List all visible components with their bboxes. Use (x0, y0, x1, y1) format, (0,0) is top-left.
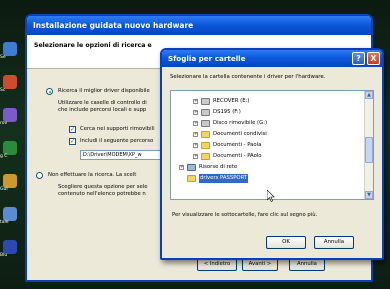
browse-cancel-button[interactable]: Annulla (314, 236, 354, 249)
folder-tree[interactable]: + RECOVER (E:) + DS195 (F:) + Disco rimovibil… (170, 90, 374, 200)
search-best-driver-radio[interactable] (46, 88, 53, 95)
expand-icon[interactable]: + (193, 110, 198, 115)
app-icon (3, 240, 17, 254)
desktop-icon-label: rov (0, 121, 8, 126)
expand-icon[interactable]: + (193, 154, 198, 159)
search-removable-label: Cerca nei supporti rimovibili (80, 126, 155, 132)
desktop-icon-label: tale (0, 220, 9, 225)
browse-title-bar: Sfoglia per cartelle ? X (162, 50, 382, 67)
desktop-icon[interactable]: g C (0, 139, 22, 161)
tree-item-label: Documenti - PAolo (213, 153, 262, 159)
desktop-icon[interactable]: tale (0, 205, 22, 227)
tree-item-label: Disco rimovibile (G:) (213, 120, 268, 126)
wizard-title-bar: Installazione guidata nuovo hardware (27, 16, 371, 35)
desktop-icon-label: Se (0, 55, 6, 60)
mouse-cursor-icon (267, 190, 275, 202)
browse-folder-dialog: Sfoglia per cartelle ? X Selezionare la … (160, 48, 384, 260)
tree-item-label: RECOVER (E:) (213, 98, 250, 104)
browse-title: Sfoglia per cartelle (168, 54, 246, 63)
include-path-checkbox[interactable] (69, 137, 76, 145)
desktop-icon-label: Blu (0, 253, 8, 258)
folder-icon (201, 131, 210, 138)
scroll-down-icon[interactable]: ▼ (365, 191, 373, 199)
drive-icon (201, 109, 210, 116)
search-best-driver-label: Ricerca il miglior driver disponibile (58, 88, 150, 94)
manual-desc-line1: Scegliere questa opzione per sele (58, 184, 148, 190)
desktop-icon[interactable]: Sc (0, 73, 22, 95)
app-icon (3, 174, 17, 188)
browse-hint: Per visualizzare le sottocartelle, fare … (172, 212, 318, 218)
desktop-icon[interactable]: Se (0, 40, 22, 62)
expand-icon[interactable]: + (193, 143, 198, 148)
app-icon (3, 207, 17, 221)
desktop-icon-label: g C (0, 154, 8, 159)
scroll-thumb[interactable] (365, 137, 373, 163)
driver-path-input[interactable]: D:\Driver\MODEM\XP_w (80, 150, 170, 160)
search-removable-checkbox[interactable] (69, 125, 76, 133)
help-button[interactable]: ? (352, 52, 365, 65)
desktop-icon[interactable]: Blu (0, 238, 22, 260)
browse-description: Selezionare la cartella contenente i dri… (170, 74, 326, 80)
ok-button[interactable]: OK (266, 236, 306, 249)
expand-icon[interactable]: + (193, 132, 198, 137)
search-desc-line2: che include percorsi locali e supp (58, 107, 147, 113)
folder-icon (201, 142, 210, 149)
wizard-header-title: Selezionare le opzioni di ricerca e (34, 42, 152, 49)
network-icon (187, 164, 196, 171)
desktop-icon[interactable]: rov (0, 106, 22, 128)
tree-item-label: Documenti condivisi (213, 131, 267, 137)
include-path-label: Includi il seguente percorso (80, 138, 154, 144)
folder-icon (201, 153, 210, 160)
expand-icon[interactable]: + (193, 99, 198, 104)
manual-desc-line2: contenuto nell'elenco potrebbe n (58, 191, 146, 197)
desktop-icon[interactable]: Gui (0, 172, 22, 194)
tree-scrollbar[interactable]: ▲ ▼ (364, 91, 373, 199)
app-icon (3, 141, 17, 155)
search-desc-line1: Utilizzare le caselle di controllo di (58, 100, 147, 106)
manual-select-radio[interactable] (36, 172, 43, 179)
scroll-up-icon[interactable]: ▲ (365, 91, 373, 99)
drive-icon (201, 98, 210, 105)
desktop-icon-label: Sc (0, 88, 6, 93)
manual-select-label: Non effettuare la ricerca. La scelt (48, 172, 137, 178)
folder-icon (3, 108, 17, 122)
app-icon (3, 42, 17, 56)
expand-icon[interactable]: + (179, 165, 184, 170)
tree-item-label: DS195 (F:) (213, 109, 241, 115)
tree-item-label: Documenti - Paola (213, 142, 262, 148)
expand-icon[interactable]: + (193, 121, 198, 126)
drive-icon (201, 120, 210, 127)
folder-icon (187, 175, 196, 182)
tree-item-label: drivers PASSPORT (199, 174, 249, 183)
desktop-icon-label: Gui (0, 187, 8, 192)
tree-item-label: Risorse di rete (199, 164, 238, 170)
close-button[interactable]: X (367, 52, 380, 65)
shortcut-icon (3, 75, 17, 89)
